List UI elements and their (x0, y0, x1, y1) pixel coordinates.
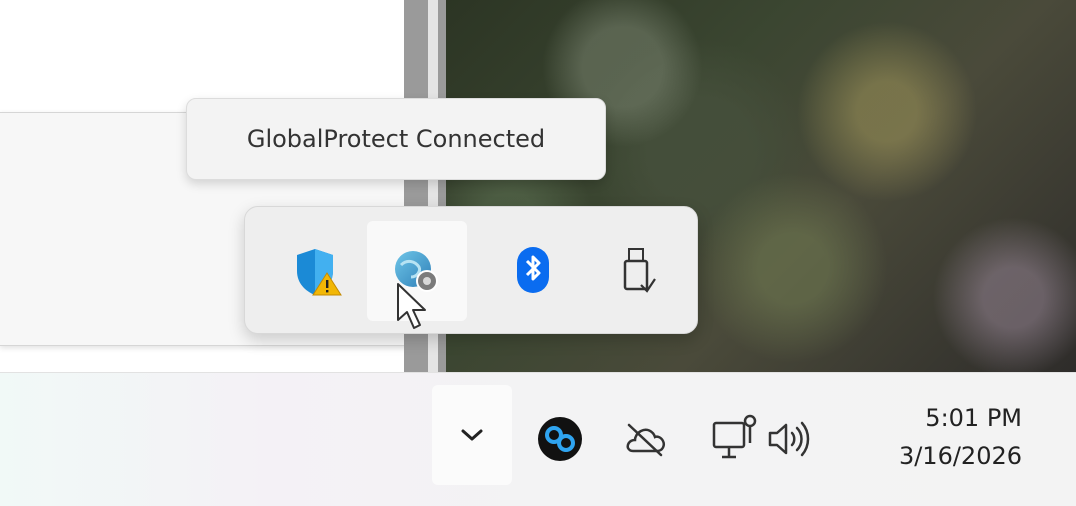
shield-warning-icon (297, 249, 342, 296)
tray-overflow-flyout (244, 206, 698, 334)
tooltip-text: GlobalProtect Connected (246, 125, 546, 153)
tray-item-windows-security[interactable] (267, 221, 367, 321)
desktop: GlobalProtect Connected 5:01 PM 3/16/202… (0, 0, 1076, 506)
tooltip: GlobalProtect Connected (186, 98, 606, 180)
chevron-down-icon (461, 429, 483, 441)
clock-date: 3/16/2026 (898, 442, 1022, 470)
tray-network-button[interactable] (708, 413, 762, 465)
tray-onedrive-icon[interactable] (620, 417, 670, 461)
tray-item-bluetooth[interactable] (483, 221, 583, 321)
usb-drive-icon (623, 248, 656, 293)
taskbar: 5:01 PM 3/16/2026 (0, 372, 1076, 506)
network-icon (712, 414, 757, 459)
mouse-cursor (397, 283, 426, 329)
tray-item-usb-device[interactable] (587, 221, 687, 321)
tray-app-icon[interactable] (534, 413, 586, 465)
tray-volume-button[interactable] (764, 417, 814, 461)
clock-time: 5:01 PM (925, 404, 1022, 432)
show-hidden-icons-button[interactable] (432, 385, 512, 485)
bluetooth-icon (517, 247, 549, 293)
cloud-offline-icon (626, 423, 665, 457)
volume-icon (768, 421, 810, 457)
taskbar-clock[interactable]: 5:01 PM 3/16/2026 (852, 399, 1022, 475)
app-circle-icon (538, 417, 582, 461)
